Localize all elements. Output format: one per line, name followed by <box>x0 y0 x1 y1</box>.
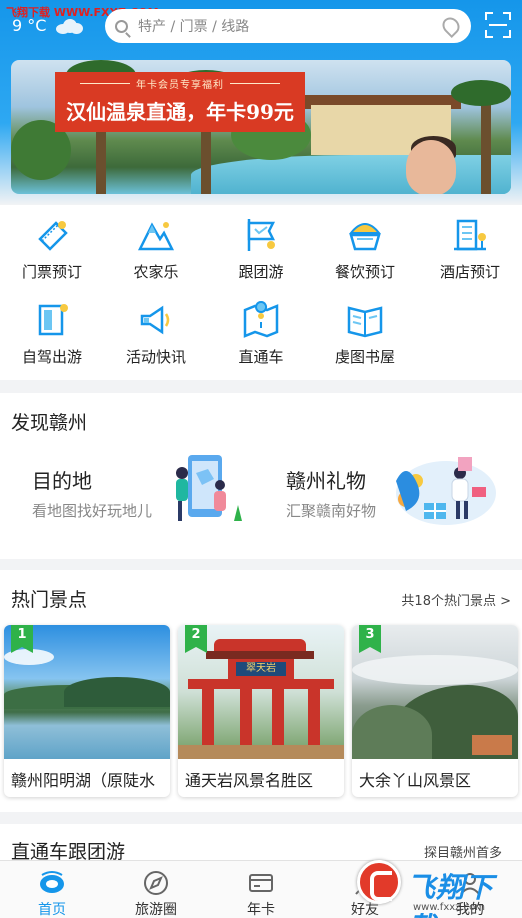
grid-item-dining[interactable]: 餐饮预订 <box>313 215 417 282</box>
spot-card[interactable]: 3 大余丫山风景区 <box>352 625 518 797</box>
tab-home[interactable]: 首页 <box>0 865 104 918</box>
rank-badge: 3 <box>359 625 381 653</box>
gift-illustration <box>386 451 496 531</box>
hot-more-link[interactable]: 共18个热门景点 > <box>401 590 511 609</box>
temperature: 9 °C <box>12 16 47 35</box>
promo-title: 汉仙温泉直通，年卡99元 <box>66 100 294 124</box>
grid-item-label: 跟团游 <box>238 263 284 281</box>
card-subtitle: 汇聚赣南好物 <box>286 502 377 520</box>
card-title: 赣州礼物 <box>286 469 366 493</box>
promo-subtitle: 年卡会员专享福利 <box>55 76 305 91</box>
grid-item-label: 直通车 <box>238 348 284 366</box>
card-title: 目的地 <box>32 469 92 493</box>
spot-name: 赣州阳明湖（原陡水 <box>11 771 156 790</box>
grid-item-farm[interactable]: 农家乐 <box>104 215 208 282</box>
watermark-logo <box>357 860 401 904</box>
grid-item-label: 门票预订 <box>21 263 82 281</box>
cloud-icon <box>54 18 84 34</box>
search-placeholder: 特产 / 门票 / 线路 <box>138 19 250 35</box>
tab-label: 旅游圈 <box>135 902 177 918</box>
search-icon <box>115 19 128 33</box>
grid-item-bookstore[interactable]: 虔图书屋 <box>313 300 417 367</box>
watermark-url: www.fxxz.com <box>413 902 485 913</box>
spot-name: 大余丫山风景区 <box>359 771 472 790</box>
megaphone-icon <box>136 300 176 340</box>
card-icon <box>247 869 275 897</box>
section-title: 发现赣州 <box>11 412 88 434</box>
map-icon <box>241 300 281 340</box>
grid-item-label: 活动快讯 <box>125 348 186 366</box>
scan-icon[interactable] <box>485 12 511 38</box>
banner-person-image <box>406 140 456 194</box>
door-icon <box>32 300 72 340</box>
tab-annual-card[interactable]: 年卡 <box>209 865 313 918</box>
promo-label[interactable]: 年卡会员专享福利 汉仙温泉直通，年卡99元 <box>55 72 305 132</box>
service-grid: 门票预订 农家乐 跟团游 餐饮预订 酒店预订 自驾出游 活动快讯 直通车 虔图书… <box>0 205 522 380</box>
location-icon[interactable] <box>438 13 464 39</box>
grid-item-label: 酒店预订 <box>439 263 500 281</box>
hot-spots-section: 热门景点 共18个热门景点 > 1 赣州阳明湖（原陡水 翠天岩 2 通天岩风景名… <box>0 570 522 812</box>
tab-label: 首页 <box>38 902 66 918</box>
section-more-link[interactable]: 探目赣州首多 <box>424 842 502 861</box>
destination-illustration <box>168 451 248 531</box>
grid-item-label: 虔图书屋 <box>334 348 395 366</box>
home-icon <box>38 869 66 897</box>
search-input[interactable]: 特产 / 门票 / 线路 <box>105 9 471 43</box>
grid-item-label: 餐饮预订 <box>334 263 395 281</box>
grid-item-self-drive[interactable]: 自驾出游 <box>0 300 104 367</box>
watermark: 飞翔下载 www.fxxz.com <box>355 860 522 918</box>
grid-item-express[interactable]: 直通车 <box>209 300 313 367</box>
gate-sign: 翠天岩 <box>236 662 286 676</box>
mountain-icon <box>136 215 176 255</box>
spot-name: 通天岩风景名胜区 <box>185 771 314 790</box>
card-subtitle: 看地图找好玩地儿 <box>32 502 153 520</box>
rank-badge: 1 <box>11 625 33 653</box>
compass-icon <box>142 869 170 897</box>
discover-section: 发现赣州 目的地 看地图找好玩地儿 赣州礼物 汇聚赣南好物 <box>0 393 522 559</box>
grid-item-hotel[interactable]: 酒店预订 <box>418 215 522 282</box>
grid-item-group-tour[interactable]: 跟团游 <box>209 215 313 282</box>
spot-card[interactable]: 翠天岩 2 通天岩风景名胜区 <box>178 625 344 797</box>
flag-icon <box>241 215 281 255</box>
food-icon <box>345 215 385 255</box>
grid-item-label: 自驾出游 <box>21 348 82 366</box>
section-title: 热门景点 <box>11 589 88 611</box>
destination-card[interactable]: 目的地 看地图找好玩地儿 <box>32 465 152 521</box>
hotel-icon <box>450 215 490 255</box>
rank-badge: 2 <box>185 625 207 653</box>
gift-card[interactable]: 赣州礼物 汇聚赣南好物 <box>286 465 376 521</box>
grid-item-tickets[interactable]: 门票预订 <box>0 215 104 282</box>
tab-travel-circle[interactable]: 旅游圈 <box>104 865 208 918</box>
grid-item-news[interactable]: 活动快讯 <box>104 300 208 367</box>
ticket-icon <box>32 215 72 255</box>
spot-card[interactable]: 1 赣州阳明湖（原陡水 <box>4 625 170 797</box>
grid-item-label: 农家乐 <box>133 263 179 281</box>
tab-label: 年卡 <box>247 902 275 918</box>
weather-widget[interactable]: 9 °C <box>12 16 84 35</box>
book-icon <box>345 300 385 340</box>
